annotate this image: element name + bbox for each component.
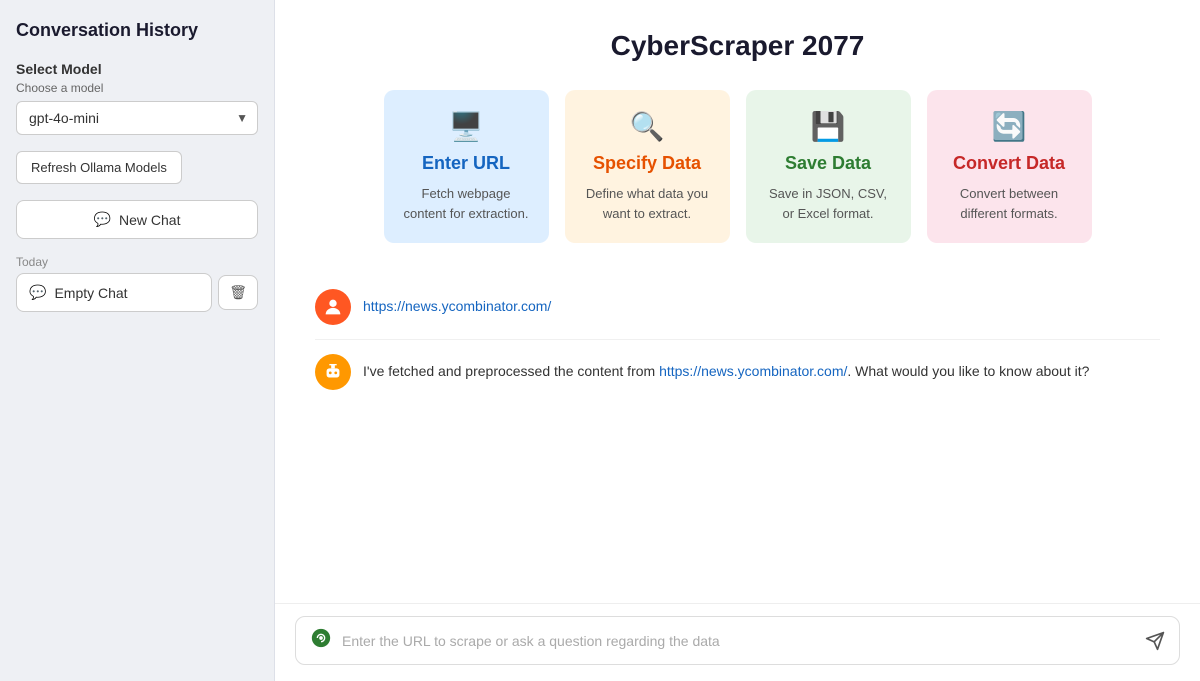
new-chat-label: New Chat: [119, 212, 180, 228]
convert-data-description: Convert between different formats.: [943, 184, 1076, 223]
bot-message-content: I've fetched and preprocessed the conten…: [363, 354, 1160, 382]
card-enter-url[interactable]: 🖥️ Enter URL Fetch webpage content for e…: [384, 90, 549, 243]
bot-message-text-after: . What would you like to know about it?: [847, 363, 1089, 379]
feature-cards: 🖥️ Enter URL Fetch webpage content for e…: [315, 90, 1160, 243]
delete-chat-button[interactable]: 🗑: [218, 275, 258, 310]
convert-data-title: Convert Data: [953, 153, 1065, 174]
avatar-user: [315, 289, 351, 325]
new-chat-icon: 💬: [94, 211, 111, 228]
input-area: [275, 603, 1200, 681]
model-select[interactable]: gpt-4o-mini gpt-4o gpt-3.5-turbo: [16, 101, 258, 135]
specify-data-icon: 🔍: [630, 110, 665, 143]
avatar-bot: [315, 354, 351, 390]
chat-input[interactable]: [342, 633, 1135, 649]
chat-area: CyberScraper 2077 🖥️ Enter URL Fetch web…: [275, 0, 1200, 603]
specify-data-title: Specify Data: [593, 153, 701, 174]
choose-model-sublabel: Choose a model: [16, 81, 258, 95]
select-model-section: Select Model Choose a model gpt-4o-mini …: [16, 61, 258, 135]
history-item-icon: 💬: [29, 284, 46, 301]
save-data-icon: 💾: [811, 110, 846, 143]
sidebar-title: Conversation History: [16, 20, 258, 41]
enter-url-title: Enter URL: [422, 153, 510, 174]
message-row-bot: I've fetched and preprocessed the conten…: [315, 340, 1160, 404]
today-label: Today: [16, 255, 258, 269]
user-message-link[interactable]: https://news.ycombinator.com/: [363, 298, 551, 314]
send-button[interactable]: [1145, 631, 1165, 651]
bot-message-text-before: I've fetched and preprocessed the conten…: [363, 363, 659, 379]
input-bot-icon: [310, 627, 332, 654]
save-data-description: Save in JSON, CSV, or Excel format.: [762, 184, 895, 223]
history-item-row: 💬 Empty Chat 🗑: [16, 273, 258, 312]
message-row-user: https://news.ycombinator.com/: [315, 275, 1160, 340]
app-title: CyberScraper 2077: [315, 30, 1160, 62]
history-item-empty-chat[interactable]: 💬 Empty Chat: [16, 273, 212, 312]
history-item-label: Empty Chat: [54, 285, 127, 301]
specify-data-description: Define what data you want to extract.: [581, 184, 714, 223]
bot-message-link[interactable]: https://news.ycombinator.com/: [659, 363, 847, 379]
enter-url-icon: 🖥️: [449, 110, 484, 143]
convert-data-icon: 🔄: [992, 110, 1027, 143]
select-model-label: Select Model: [16, 61, 258, 77]
card-save-data[interactable]: 💾 Save Data Save in JSON, CSV, or Excel …: [746, 90, 911, 243]
user-message-content: https://news.ycombinator.com/: [363, 289, 1160, 317]
save-data-title: Save Data: [785, 153, 871, 174]
main-content: CyberScraper 2077 🖥️ Enter URL Fetch web…: [275, 0, 1200, 681]
enter-url-description: Fetch webpage content for extraction.: [400, 184, 533, 223]
input-wrapper: [295, 616, 1180, 665]
refresh-ollama-button[interactable]: Refresh Ollama Models: [16, 151, 182, 184]
model-select-wrapper: gpt-4o-mini gpt-4o gpt-3.5-turbo ▼: [16, 101, 258, 135]
sidebar: Conversation History Select Model Choose…: [0, 0, 275, 681]
card-convert-data[interactable]: 🔄 Convert Data Convert between different…: [927, 90, 1092, 243]
card-specify-data[interactable]: 🔍 Specify Data Define what data you want…: [565, 90, 730, 243]
new-chat-button[interactable]: 💬 New Chat: [16, 200, 258, 239]
today-section: Today 💬 Empty Chat 🗑: [16, 255, 258, 312]
